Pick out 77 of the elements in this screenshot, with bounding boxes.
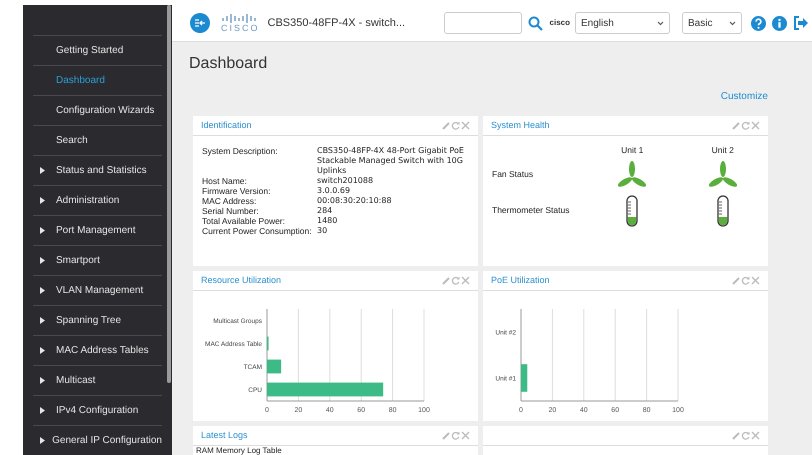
help-icon[interactable]	[751, 16, 766, 30]
close-icon[interactable]	[461, 276, 470, 285]
fan-icon	[616, 160, 648, 189]
field-label: Total Available Power:	[202, 216, 286, 226]
sidebar-item[interactable]: General IP Configuration	[33, 425, 162, 455]
sidebar-item[interactable]: Smartport	[33, 245, 162, 275]
refresh-icon[interactable]	[741, 276, 750, 285]
field-label: Serial Number:	[202, 206, 260, 216]
close-icon[interactable]	[461, 121, 470, 130]
search-icon[interactable]	[528, 16, 543, 30]
thermometer-icon	[626, 194, 638, 227]
close-icon[interactable]	[751, 121, 760, 130]
unit-label: Unit 1	[620, 144, 644, 157]
device-title: CBS350-48FP-4X - switch...	[268, 16, 406, 31]
pencil-icon[interactable]	[442, 432, 450, 440]
sidebar-item[interactable]: Multicast	[33, 365, 162, 395]
fan-icon	[706, 160, 739, 189]
field-value: 1480	[317, 216, 338, 226]
scrollbar[interactable]	[167, 5, 171, 383]
sidebar-item[interactable]: MAC Address Tables	[33, 335, 162, 365]
collapse-menu-icon[interactable]	[190, 13, 210, 33]
sidebar-item[interactable]: Status and Statistics	[33, 155, 162, 185]
log-text: RAM Memory Log Table	[195, 446, 283, 455]
status-label: Thermometer Status	[492, 204, 570, 218]
field-value: 30	[317, 226, 328, 236]
mode-select[interactable]: Basic	[682, 12, 742, 34]
field-value: 3.0.0.69	[317, 186, 352, 196]
field-label: Firmware Version:	[202, 186, 272, 196]
pencil-icon[interactable]	[732, 432, 740, 440]
sidebar-item[interactable]: Configuration Wizards	[33, 95, 162, 125]
pencil-icon[interactable]	[732, 122, 740, 130]
chevron-icon	[657, 20, 664, 26]
refresh-icon[interactable]	[741, 121, 750, 130]
sidebar-item[interactable]: Getting Started	[33, 35, 162, 65]
logout-icon[interactable]	[793, 16, 808, 30]
sidebar-item[interactable]: Administration	[33, 185, 162, 215]
field-value: 284	[317, 206, 334, 216]
card-title: Identification	[201, 118, 252, 132]
thermometer-icon	[716, 194, 729, 227]
refresh-icon[interactable]	[741, 431, 750, 440]
sidebar-item[interactable]: Port Management	[33, 215, 162, 245]
card-title: Resource Utilization	[201, 274, 282, 287]
refresh-icon[interactable]	[451, 431, 460, 440]
logo-bars-icon	[222, 14, 258, 22]
logo-text: CISCO	[221, 22, 260, 32]
sidebar-item[interactable]: VLAN Management	[33, 275, 162, 305]
close-icon[interactable]	[461, 431, 470, 440]
pencil-icon[interactable]	[732, 276, 740, 284]
field-label: Current Power Consumption:	[202, 226, 313, 236]
pencil-icon[interactable]	[442, 122, 450, 130]
sidebar-item[interactable]: IPv4 Configuration	[33, 395, 162, 425]
unit-label: Unit 2	[710, 144, 735, 157]
pencil-icon[interactable]	[442, 276, 450, 284]
info-icon[interactable]	[772, 16, 787, 30]
field-value: switch201088	[317, 176, 374, 186]
bar	[267, 360, 282, 374]
field-label: System Description:	[202, 146, 279, 158]
language-select[interactable]: English	[575, 12, 670, 34]
sidebar-item[interactable]: Search	[33, 125, 162, 155]
field-value: 00:08:30:20:10:88	[317, 196, 393, 206]
close-icon[interactable]	[751, 431, 760, 440]
username: cisco	[550, 17, 570, 29]
sidebar-item[interactable]: Spanning Tree	[33, 305, 162, 335]
card-title: Latest Logs	[201, 428, 248, 442]
field-label: MAC Address:	[202, 196, 258, 206]
status-label: Fan Status	[492, 168, 534, 182]
field-label: Host Name:	[202, 176, 248, 186]
search-field[interactable]	[444, 12, 522, 34]
refresh-icon[interactable]	[451, 121, 460, 130]
page-title: Dashboard	[189, 54, 268, 74]
close-icon[interactable]	[751, 276, 760, 285]
card-title: System Health	[491, 118, 550, 132]
sidebar-item[interactable]: Dashboard	[33, 65, 162, 95]
chevron-icon	[729, 20, 736, 26]
card-title: PoE Utilization	[491, 274, 550, 287]
refresh-icon[interactable]	[451, 276, 460, 285]
bar	[521, 364, 528, 392]
